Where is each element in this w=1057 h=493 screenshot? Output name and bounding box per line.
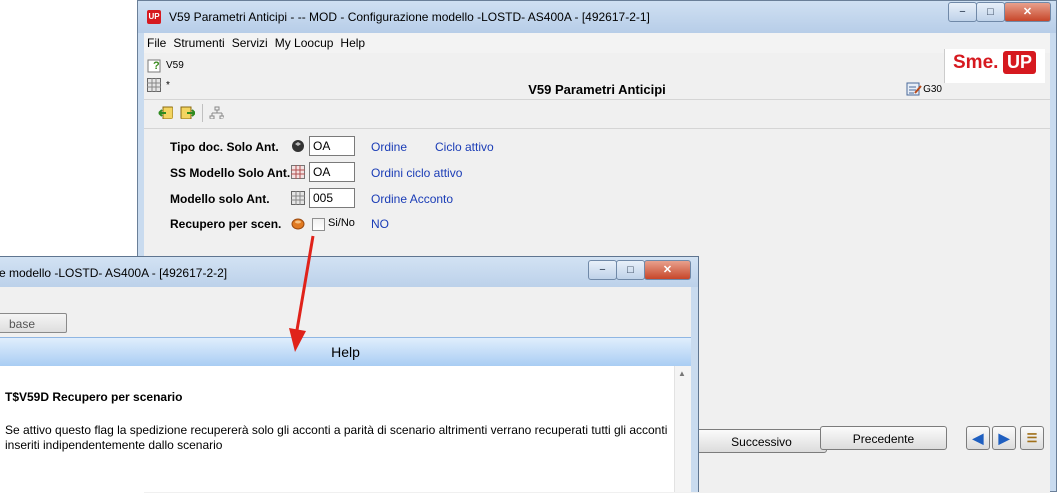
- list-icon[interactable]: ☰: [1020, 426, 1044, 450]
- help-maximize-button[interactable]: □: [616, 260, 645, 280]
- field-desc-recupero: NO: [371, 217, 389, 231]
- main-window-controls: − □ ✕: [948, 2, 1051, 22]
- minimize-button[interactable]: −: [948, 2, 977, 22]
- menu-file[interactable]: File: [147, 36, 166, 50]
- orange-circle-icon: [291, 218, 305, 230]
- arrow-right-icon[interactable]: ▶: [992, 426, 1016, 450]
- app-logo-icon: UP: [147, 10, 161, 24]
- hierarchy-icon[interactable]: [209, 106, 224, 119]
- close-button[interactable]: ✕: [1004, 2, 1051, 22]
- help-client-area: base Help T$V59D Recupero per scenario S…: [0, 287, 691, 492]
- svg-text:?: ?: [153, 60, 160, 72]
- field-input-tipo-doc[interactable]: OA: [309, 136, 355, 156]
- main-titlebar[interactable]: UP V59 Parametri Anticipi - -- MOD - Con…: [138, 1, 1056, 33]
- help-titlebar[interactable]: e modello -LOSTD- AS400A - [492617-2-2] …: [0, 257, 698, 287]
- checkbox-label: Si/No: [328, 217, 355, 229]
- main-window-title: V59 Parametri Anticipi - -- MOD - Config…: [169, 10, 650, 24]
- precedente-button[interactable]: Precedente: [820, 426, 947, 450]
- menu-strumenti[interactable]: Strumenti: [173, 36, 224, 50]
- field-label-recupero: Recupero per scen.: [170, 217, 282, 231]
- successivo-button[interactable]: Successivo: [696, 429, 827, 453]
- scroll-up-icon[interactable]: ▲: [678, 369, 686, 378]
- menu-my-loocup[interactable]: My Loocup: [275, 36, 334, 50]
- table-icon[interactable]: [291, 165, 305, 179]
- arrow-left-icon[interactable]: ◀: [966, 426, 990, 450]
- field-label-ss-modello: SS Modello Solo Ant.: [170, 166, 291, 180]
- field-desc-modello: Ordine Acconto: [371, 192, 454, 206]
- menu-servizi[interactable]: Servizi: [232, 36, 268, 50]
- forward-doc-icon[interactable]: [180, 106, 195, 119]
- toolbar-divider: [202, 104, 203, 122]
- recupero-checkbox[interactable]: [312, 218, 325, 231]
- help-scrollbar[interactable]: ▲: [674, 366, 691, 492]
- field-desc-tipo-doc: Ordine: [371, 140, 408, 154]
- field-desc-ss-modello: Ordini ciclo attivo: [371, 166, 463, 180]
- help-window-title: e modello -LOSTD- AS400A - [492617-2-2]: [0, 266, 228, 280]
- help-band: Help: [0, 337, 691, 367]
- menu-help[interactable]: Help: [340, 36, 365, 50]
- menu-bar: File Strumenti Servizi My Loocup Help: [144, 33, 1050, 54]
- toolbar: [144, 99, 1050, 129]
- help-body: T$V59D Recupero per scenario Se attivo q…: [0, 366, 691, 492]
- field-desc2-tipo-doc: Ciclo attivo: [435, 140, 494, 154]
- cube-icon[interactable]: [291, 139, 305, 153]
- help-minimize-button[interactable]: −: [588, 260, 617, 280]
- tab-base[interactable]: base: [0, 313, 67, 333]
- help-heading: T$V59D Recupero per scenario: [5, 390, 183, 404]
- header-right-code: G30: [923, 84, 942, 95]
- grid-icon[interactable]: [291, 191, 305, 205]
- field-input-modello[interactable]: 005: [309, 188, 355, 208]
- help-window: e modello -LOSTD- AS400A - [492617-2-2] …: [0, 256, 699, 492]
- maximize-button[interactable]: □: [976, 2, 1005, 22]
- help-close-button[interactable]: ✕: [644, 260, 691, 280]
- help-question-icon[interactable]: ?: [147, 57, 163, 73]
- field-label-tipo-doc: Tipo doc. Solo Ant.: [170, 140, 279, 154]
- edit-form-icon[interactable]: [906, 81, 922, 97]
- field-input-ss-modello[interactable]: OA: [309, 162, 355, 182]
- help-window-controls: − □ ✕: [588, 260, 691, 280]
- page-header: ? V59 * V59 Parametri Anticipi G30 Sme. …: [144, 49, 1050, 97]
- back-doc-icon[interactable]: [158, 106, 173, 119]
- field-label-modello: Modello solo Ant.: [170, 192, 270, 206]
- header-code: V59: [166, 60, 184, 71]
- smeup-logo: Sme. UP: [944, 49, 1045, 83]
- help-text: Se attivo questo flag la spedizione recu…: [5, 423, 668, 452]
